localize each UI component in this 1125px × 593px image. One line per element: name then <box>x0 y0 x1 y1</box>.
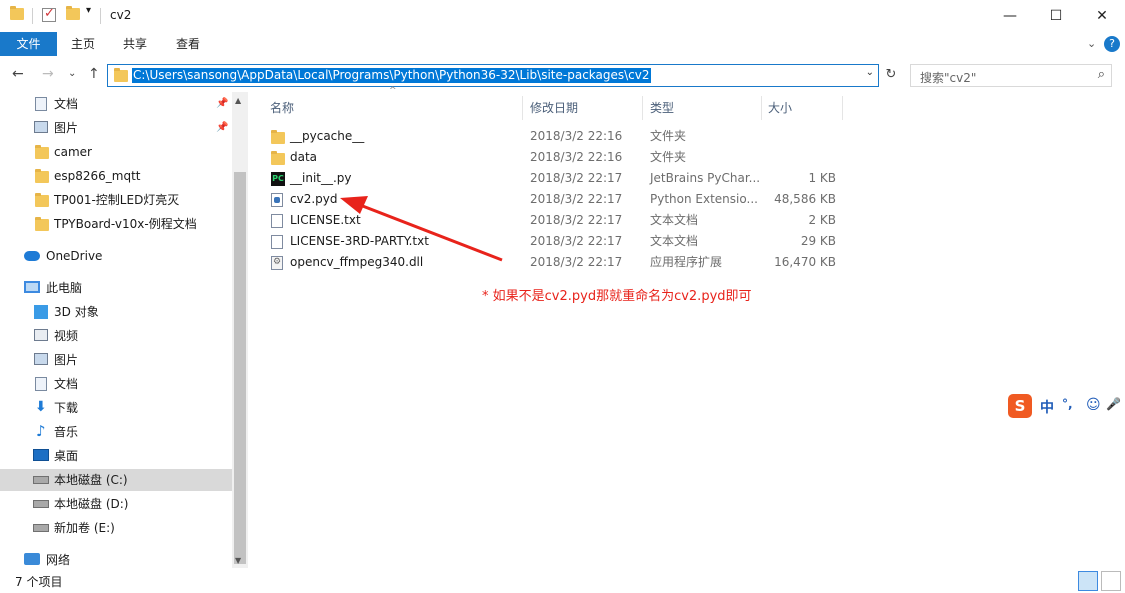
explorer-window: ▾ cv2 — ☐ ✕ 文件 主页 共享 查看 ⌄ ? ← → ⌄ ↑ C:\U… <box>0 0 1125 593</box>
emoji-icon[interactable]: ☺ <box>1086 397 1101 413</box>
large-icons-view-icon[interactable] <box>1101 571 1121 591</box>
details-view-icon[interactable] <box>1078 571 1098 591</box>
punctuation-icon[interactable]: °, <box>1062 397 1073 411</box>
item-count: 7 个项目 <box>15 575 63 589</box>
microphone-icon[interactable]: 🎤 <box>1106 397 1121 411</box>
sogou-logo-icon[interactable]: S <box>1008 394 1032 418</box>
ime-toolbar[interactable]: S 中 °, ☺ 🎤 <box>1004 392 1125 420</box>
ime-mode-toggle[interactable]: 中 <box>1040 397 1054 417</box>
status-bar: 7 个项目 <box>0 570 1125 593</box>
annotation-text: * 如果不是cv2.pyd那就重命名为cv2.pyd即可 <box>482 289 752 304</box>
